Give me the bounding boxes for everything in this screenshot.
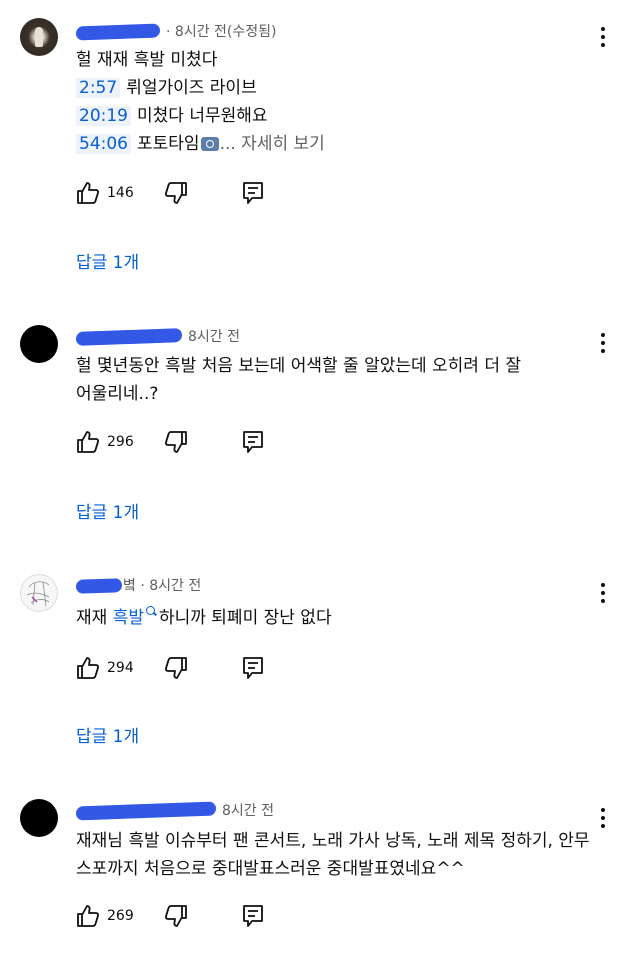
thumbs-down-icon[interactable]: [164, 903, 188, 929]
more-vert-icon[interactable]: [598, 808, 608, 830]
timestamp-link[interactable]: 54:06: [76, 134, 131, 154]
more-vert-icon[interactable]: [598, 27, 608, 49]
comment-time[interactable]: 8시간 전: [222, 803, 274, 819]
like-count: 296: [107, 434, 134, 450]
avatar[interactable]: [20, 325, 58, 363]
comment-text: 헐 재재 흑발 미쳤다 2:57 뤼얼가이즈 라이브 20:19 미쳤다 너무원해요…: [76, 46, 325, 158]
thumbs-up-icon[interactable]: [76, 903, 100, 929]
comment-time[interactable]: 8시간 전: [149, 578, 201, 594]
like-count: 294: [107, 660, 134, 676]
thumbs-down-icon[interactable]: [164, 655, 188, 681]
view-replies-button[interactable]: 답글 1개: [76, 722, 139, 747]
comment-text-line: 헐 재재 흑발 미쳤다: [76, 50, 218, 70]
comment-text: 재재님 흑발 이슈부터 팬 콘서트, 노래 가사 낭독, 노래 제목 정하기, …: [76, 831, 590, 879]
comment-meta: 8시간 전: [76, 326, 240, 348]
comment-reply-icon[interactable]: [242, 429, 264, 455]
timestamp-link[interactable]: 2:57: [76, 78, 121, 98]
redacted-username[interactable]: [76, 23, 160, 41]
thumbs-down-icon[interactable]: [164, 180, 188, 206]
avatar[interactable]: [20, 574, 58, 612]
comment-reply-icon[interactable]: [242, 180, 264, 206]
comment-meta: · 8시간 전(수정됨): [76, 21, 276, 43]
thumbs-up-icon[interactable]: [76, 429, 100, 455]
redacted-username[interactable]: [76, 578, 122, 594]
comment-time[interactable]: 8시간 전(수정됨): [175, 24, 277, 40]
comment-meta: 볔 · 8시간 전: [76, 575, 201, 597]
timestamp-row: 20:19 미쳤다 너무원해요: [76, 102, 325, 130]
view-replies-button[interactable]: 답글 1개: [76, 248, 139, 273]
comment-reply-icon[interactable]: [242, 903, 264, 929]
more-vert-icon[interactable]: [598, 583, 608, 605]
camera-emoji-icon: [200, 137, 219, 151]
timestamp-link[interactable]: 20:19: [76, 106, 131, 126]
timestamp-row: 2:57 뤼얼가이즈 라이브: [76, 74, 325, 102]
comment-text: 헐 몇년동안 흑발 처음 보는데 어색할 줄 알았는데 오히려 더 잘 어울리네…: [76, 356, 522, 404]
comment-time[interactable]: 8시간 전: [188, 329, 240, 345]
comment-meta: 8시간 전: [76, 800, 274, 822]
like-count: 146: [107, 185, 134, 201]
more-vert-icon[interactable]: [598, 333, 608, 355]
search-link[interactable]: 흑발: [113, 608, 144, 628]
view-replies-button[interactable]: 답글 1개: [76, 498, 139, 523]
redacted-username[interactable]: [76, 801, 216, 821]
avatar[interactable]: [20, 18, 58, 56]
like-count: 269: [107, 908, 134, 924]
comment-text: 재재 흑발 하니까 퇴폐미 장난 없다: [76, 606, 332, 628]
thumbs-up-icon[interactable]: [76, 655, 100, 681]
timestamp-row: 54:06 포토타임... 자세히 보기: [76, 130, 325, 158]
thumbs-down-icon[interactable]: [164, 429, 188, 455]
redacted-username[interactable]: [76, 328, 182, 346]
avatar[interactable]: [20, 799, 58, 837]
read-more-link[interactable]: ... 자세히 보기: [220, 134, 325, 154]
comment-reply-icon[interactable]: [242, 655, 264, 681]
thumbs-up-icon[interactable]: [76, 180, 100, 206]
search-icon: [145, 606, 155, 615]
